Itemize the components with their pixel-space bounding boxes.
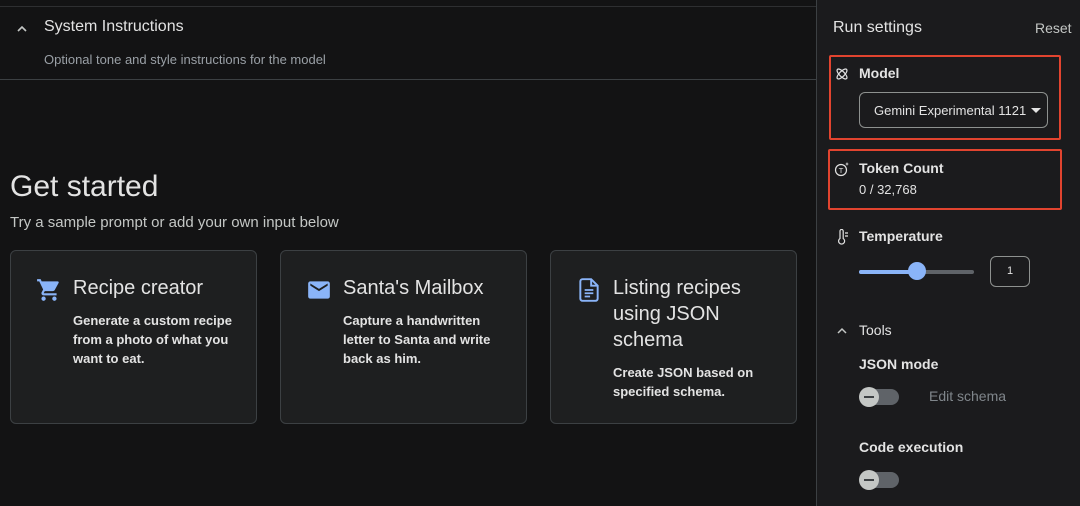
chevron-up-icon[interactable]: [835, 324, 849, 338]
dropdown-caret-icon: [1031, 108, 1041, 113]
mail-icon: [308, 281, 330, 299]
edit-schema-button[interactable]: Edit schema: [929, 388, 1006, 404]
json-mode-label: JSON mode: [859, 356, 939, 372]
card-description: Generate a custom recipe from a photo of…: [73, 313, 232, 366]
reset-button[interactable]: Reset: [1035, 20, 1072, 36]
token-count-label: Token Count: [859, 160, 944, 176]
temperature-label: Temperature: [859, 228, 943, 244]
card-description: Create JSON based on specified schema.: [613, 365, 754, 399]
sample-prompt-card-recipe-creator[interactable]: Recipe creator Generate a custom recipe …: [10, 250, 257, 424]
token-count-icon: T: [834, 162, 849, 177]
json-mode-toggle[interactable]: [859, 387, 899, 407]
run-settings-panel: Run settings Reset Model Gemini Experime…: [816, 0, 1080, 506]
code-execution-label: Code execution: [859, 439, 964, 455]
sample-prompt-card-santas-mailbox[interactable]: Santa's Mailbox Capture a handwritten le…: [280, 250, 527, 424]
system-instructions-section[interactable]: System Instructions Optional tone and st…: [0, 7, 816, 80]
model-select-value: Gemini Experimental 1121: [874, 103, 1027, 118]
get-started-title: Get started: [10, 170, 159, 203]
tools-section-label[interactable]: Tools: [859, 322, 892, 338]
card-title: Listing recipes using JSON schema: [613, 277, 741, 351]
run-settings-title: Run settings: [833, 19, 922, 36]
system-instructions-placeholder[interactable]: Optional tone and style instructions for…: [44, 52, 326, 67]
model-label: Model: [859, 65, 900, 81]
token-count-highlight-box: [828, 149, 1062, 210]
sample-prompt-card-json-schema[interactable]: Listing recipes using JSON schema Create…: [550, 250, 797, 424]
system-instructions-title: System Instructions: [44, 18, 184, 35]
chevron-up-icon[interactable]: [14, 21, 30, 37]
svg-text:T: T: [838, 167, 844, 175]
toggle-knob: [859, 387, 879, 407]
thermometer-icon: [838, 229, 848, 245]
card-title: Recipe creator: [73, 277, 204, 299]
card-title: Santa's Mailbox: [343, 277, 484, 299]
temperature-input[interactable]: 1: [990, 256, 1030, 287]
toggle-knob: [859, 470, 879, 490]
document-icon: [579, 278, 599, 302]
get-started-subtitle: Try a sample prompt or add your own inpu…: [10, 214, 339, 231]
temperature-slider-thumb[interactable]: [907, 262, 926, 280]
code-execution-toggle[interactable]: [859, 470, 899, 490]
shopping-cart-icon: [37, 279, 59, 301]
main-area: System Instructions Optional tone and st…: [0, 0, 816, 506]
model-select[interactable]: Gemini Experimental 1121: [859, 92, 1048, 128]
card-description: Capture a handwritten letter to Santa an…: [343, 313, 491, 366]
token-count-value: 0 / 32,768: [859, 182, 917, 197]
model-atom-icon: [836, 68, 848, 80]
